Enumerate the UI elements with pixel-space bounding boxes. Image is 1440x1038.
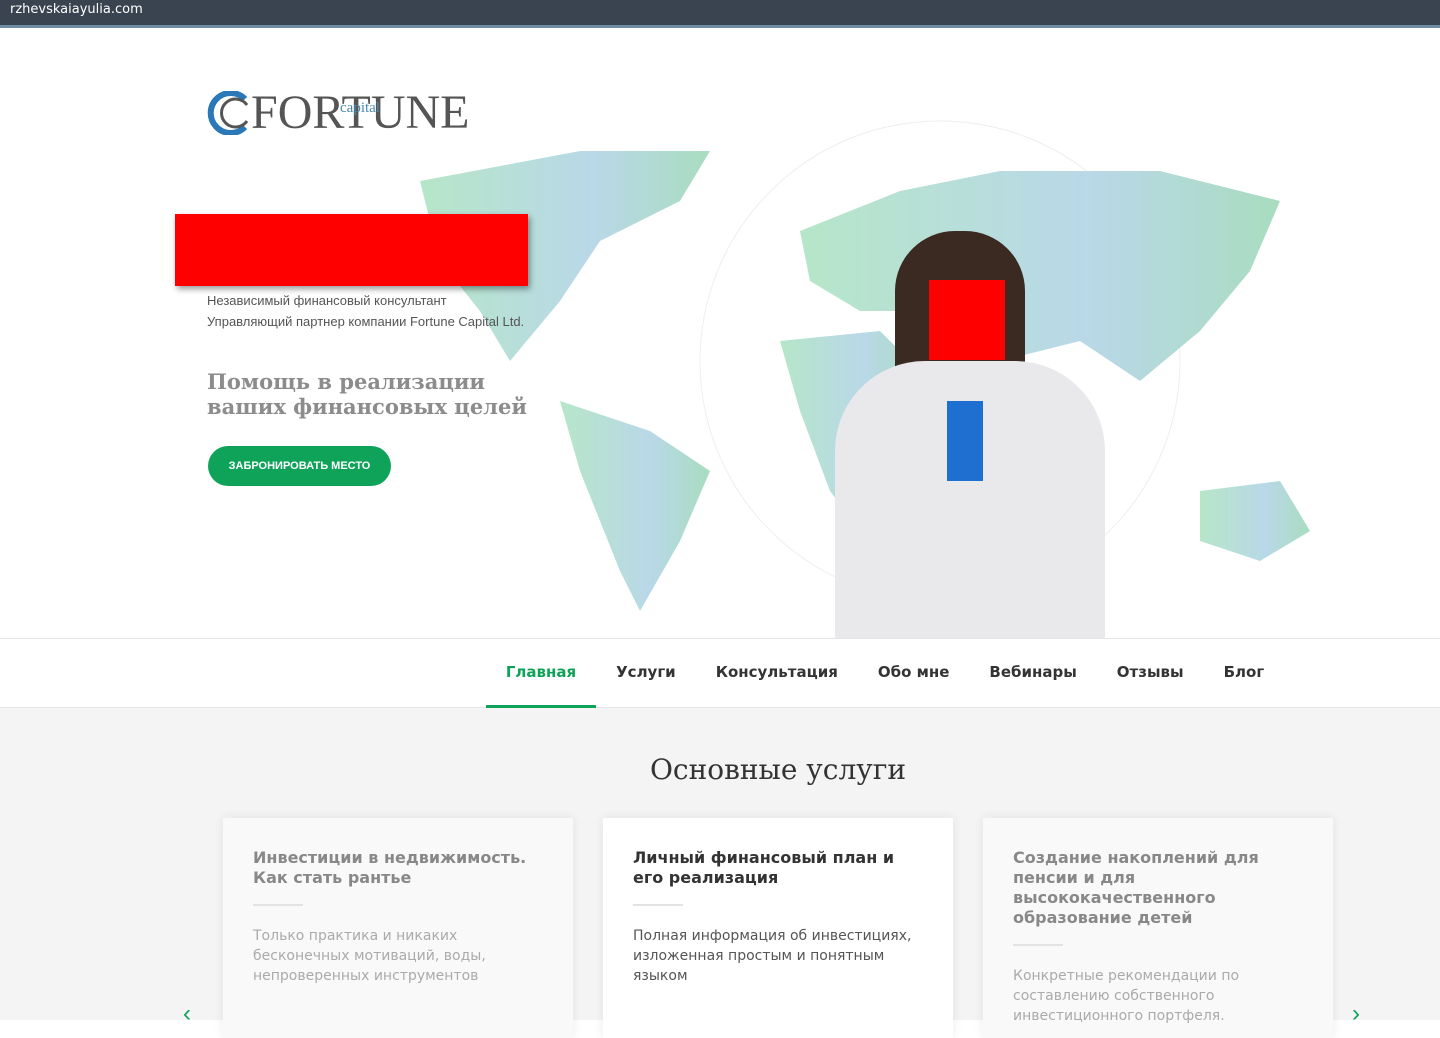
- logo-subtext: capital: [340, 100, 380, 116]
- hero-section: FORTUNE capital Независимый финансовый к…: [0, 31, 1440, 638]
- book-place-button[interactable]: ЗАБРОНИРОВАТЬ МЕСТО: [208, 446, 391, 486]
- services-section: Основные услуги ‹ Инвестиции в недвижимо…: [0, 708, 1440, 1038]
- service-card[interactable]: Создание накоплений для пенсии и для выс…: [983, 818, 1333, 1038]
- nav-reviews[interactable]: Отзывы: [1097, 639, 1204, 708]
- card-text: Конкретные рекомендации по составлению с…: [1013, 968, 1240, 1024]
- redacted-name: [175, 214, 528, 286]
- subtitle-line-1: Независимый финансовый консультант: [207, 293, 447, 308]
- card-text: Только практика и никаких бесконечных мо…: [253, 928, 486, 984]
- hero-subtitle: Независимый финансовый консультант Управ…: [207, 290, 524, 332]
- redacted-face: [929, 280, 1005, 360]
- card-text: Полная информация об инвестициях, изложе…: [633, 928, 912, 984]
- carousel-next-icon[interactable]: ›: [1352, 1000, 1360, 1028]
- divider: [1013, 944, 1063, 946]
- nav-about[interactable]: Обо мне: [858, 639, 970, 708]
- services-title: Основные услуги: [649, 753, 907, 786]
- hero-tagline: Помощь в реализации ваших финансовых цел…: [207, 369, 527, 419]
- nav-webinars[interactable]: Вебинары: [969, 639, 1096, 708]
- nav-services[interactable]: Услуги: [596, 639, 696, 708]
- card-title: Создание накоплений для пенсии и для выс…: [1013, 848, 1259, 927]
- divider: [633, 904, 683, 906]
- subtitle-line-2: Управляющий партнер компании Fortune Cap…: [207, 314, 525, 329]
- card-title: Инвестиции в недвижимость. Как стать ран…: [253, 848, 527, 887]
- carousel-prev-icon[interactable]: ‹: [183, 1000, 191, 1028]
- card-title: Личный финансовый план и его реализация: [633, 848, 895, 887]
- logo-swirl-icon: [207, 91, 249, 135]
- nav-home[interactable]: Главная: [485, 639, 597, 708]
- address-bar[interactable]: rzhevskaiayulia.com: [0, 0, 1440, 28]
- fortune-capital-logo[interactable]: FORTUNE: [207, 89, 469, 137]
- nav-blog[interactable]: Блог: [1204, 639, 1285, 708]
- service-card[interactable]: Личный финансовый план и его реализация …: [603, 818, 953, 1038]
- nav-consultation[interactable]: Консультация: [696, 639, 858, 708]
- divider: [253, 904, 303, 906]
- main-nav: Главная Услуги Консультация Обо мне Веби…: [0, 638, 1440, 708]
- service-card[interactable]: Инвестиции в недвижимость. Как стать ран…: [223, 818, 573, 1038]
